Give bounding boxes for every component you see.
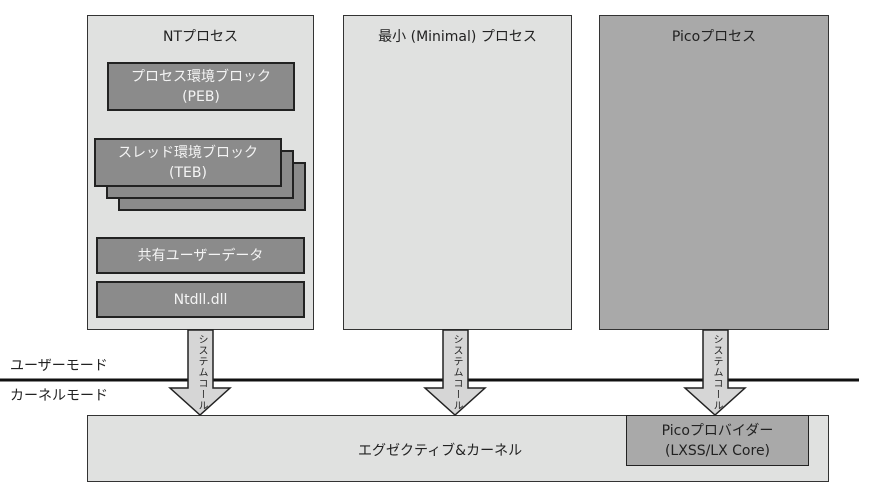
mode-divider-and-arrows [0,329,859,417]
syscall-label-minimal: システムコール [451,334,462,411]
syscall-label-pico: システムコール [711,334,722,411]
syscall-label-nt: システムコール [196,334,207,411]
